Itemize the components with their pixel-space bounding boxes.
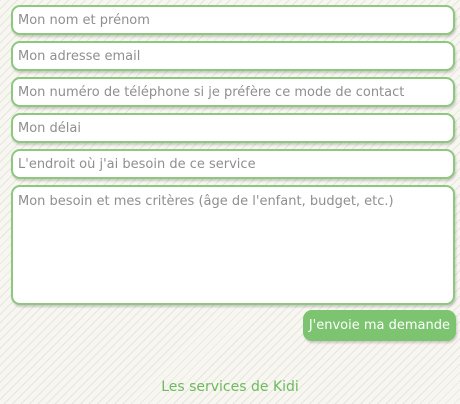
location-field[interactable]: [11, 149, 455, 179]
footer-title: Les services de Kidi: [161, 379, 299, 395]
email-field[interactable]: [11, 41, 455, 71]
contact-form: J'envoie ma demande: [11, 5, 456, 341]
name-field[interactable]: [11, 5, 455, 35]
submit-row: J'envoie ma demande: [11, 310, 456, 341]
deadline-field[interactable]: [11, 113, 455, 143]
needs-textarea[interactable]: [11, 185, 455, 305]
phone-field[interactable]: [11, 77, 455, 107]
submit-button[interactable]: J'envoie ma demande: [302, 310, 456, 341]
